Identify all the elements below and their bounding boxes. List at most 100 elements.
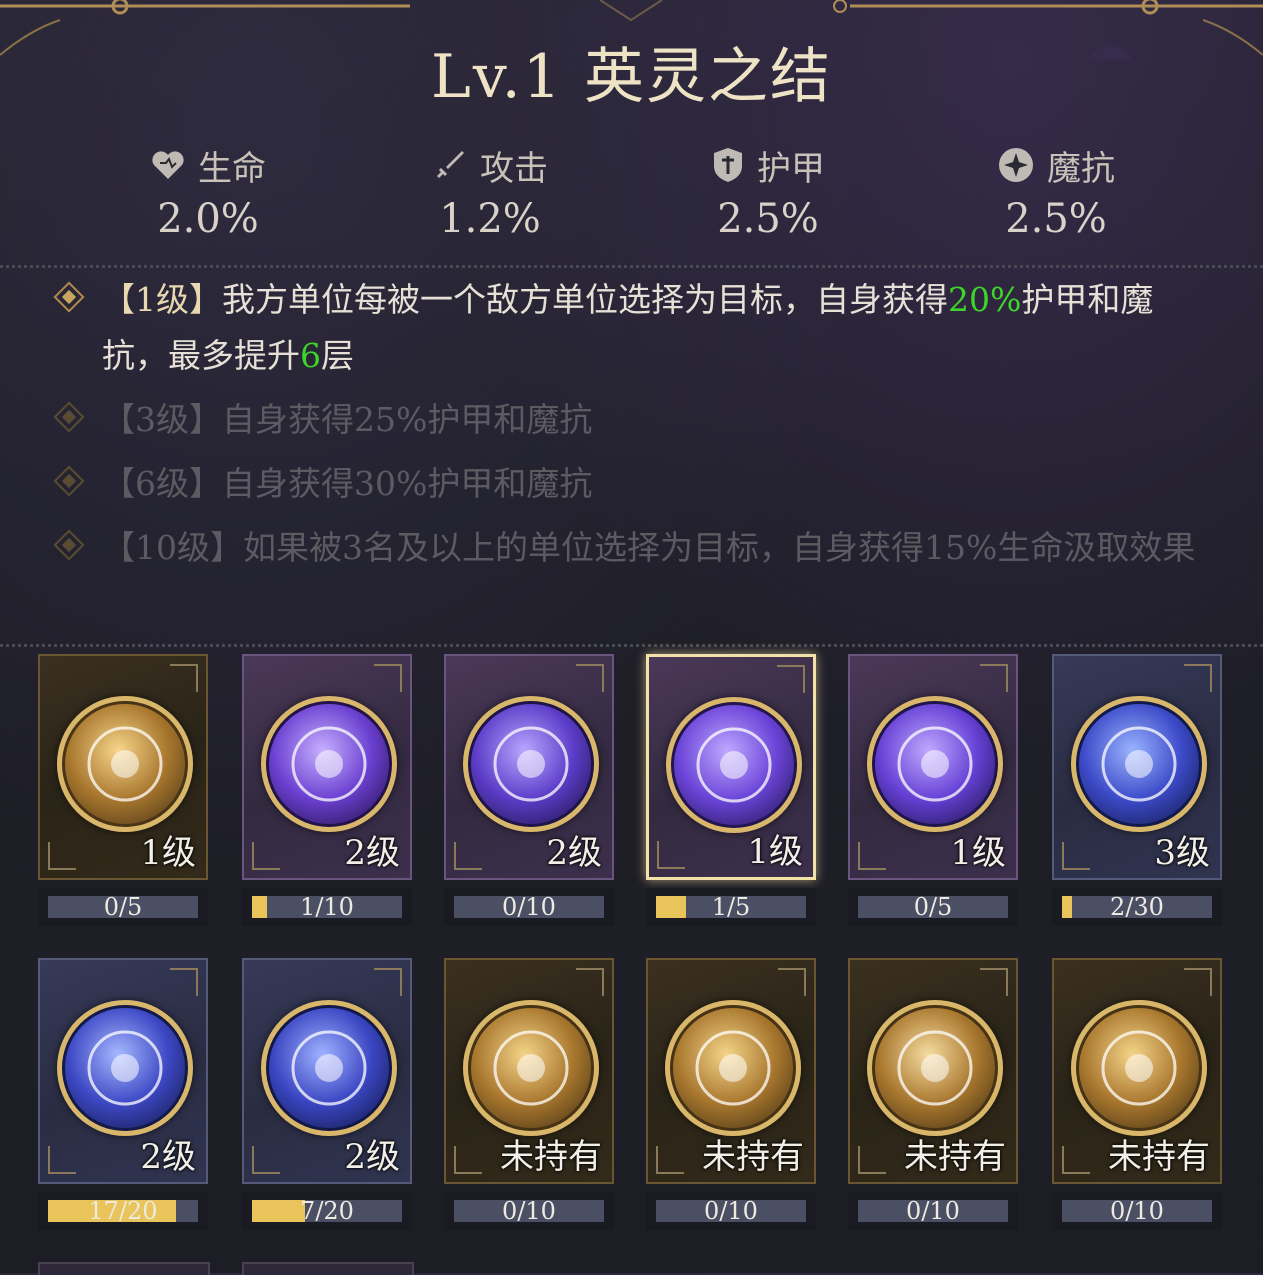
progress-track: 0/10 xyxy=(454,1197,604,1225)
corner-ornament xyxy=(858,842,886,870)
card-level: 3级 xyxy=(1154,833,1210,873)
card-face: 未持有 xyxy=(848,958,1018,1184)
progress-bar: 0/10 xyxy=(1052,1192,1222,1230)
card-face: 3级 xyxy=(1052,654,1222,880)
emblem-glyph xyxy=(87,1030,163,1106)
emblem-glyph xyxy=(695,1030,771,1106)
rune-card[interactable]: 未持有 0/10 xyxy=(1052,958,1222,1230)
rune-card[interactable]: 3级 2/30 xyxy=(1052,654,1222,926)
labyrinth-icon xyxy=(463,1000,599,1136)
corner-ornament xyxy=(252,842,280,870)
progress-track: 0/5 xyxy=(858,893,1008,921)
stat-armor: 护甲 2.5% xyxy=(638,140,898,242)
rune-card[interactable]: 1级 0/5 xyxy=(848,654,1018,926)
card-partial[interactable] xyxy=(242,1262,414,1275)
corner-ornament xyxy=(656,1146,684,1174)
rune-card[interactable]: 未持有 0/10 xyxy=(848,958,1018,1230)
emblem-glyph xyxy=(897,726,973,802)
corner-ornament xyxy=(374,664,402,692)
emblem-glyph xyxy=(1101,1030,1177,1106)
progress-text: 1/5 xyxy=(711,893,751,921)
stat-label: 护甲 xyxy=(757,148,825,189)
triquetra-icon xyxy=(57,1000,193,1136)
card-face: 2级 xyxy=(242,958,412,1184)
rune-card[interactable]: 2级 17/20 xyxy=(38,958,208,1230)
corner-ornament xyxy=(454,1146,482,1174)
card-face: 未持有 xyxy=(1052,958,1222,1184)
card-level: 2级 xyxy=(140,1137,196,1177)
progress-bar: 1/5 xyxy=(646,888,816,926)
divider xyxy=(0,265,1263,268)
progress-text: 0/10 xyxy=(704,1197,758,1225)
corner-ornament xyxy=(1184,968,1212,996)
stats-row: 生命 2.0% 攻击 1.2% 护甲 2.5% 魔抗 2.5% xyxy=(0,140,1263,250)
rune-card[interactable]: 2级 0/10 xyxy=(444,654,614,926)
shield-icon xyxy=(714,148,742,182)
stat-value: 2.5% xyxy=(1005,196,1107,242)
emblem-glyph xyxy=(696,727,772,803)
effect-level-label: 【6级】 xyxy=(102,464,222,503)
card-partial[interactable] xyxy=(38,1262,210,1275)
card-level: 1级 xyxy=(140,833,196,873)
corner-ornament xyxy=(657,841,685,869)
effect-level-10: 【10级】如果被3名及以上的单位选择为目标，自身获得15%生命汲取效果 xyxy=(0,520,1263,576)
stat-value: 1.2% xyxy=(439,196,541,242)
corner-ornament xyxy=(980,968,1008,996)
progress-text: 0/10 xyxy=(502,893,556,921)
diamond-bullet-icon xyxy=(53,465,85,497)
emblem-glyph xyxy=(897,1030,973,1106)
progress-text: 0/5 xyxy=(913,893,953,921)
effect-text: 如果被3名及以上的单位选择为目标，自身获得15%生命汲取效果 xyxy=(243,528,1196,567)
progress-text: 1/10 xyxy=(300,893,354,921)
effect-level-label: 【1级】 xyxy=(102,280,222,319)
valknut-icon xyxy=(666,697,802,833)
progress-bar: 2/30 xyxy=(1052,888,1222,926)
effect-text: 层 xyxy=(321,336,354,375)
effect-text: 自身获得30%护甲和魔抗 xyxy=(222,464,593,503)
diamond-bullet-icon xyxy=(53,401,85,433)
card-level: 未持有 xyxy=(904,1137,1006,1177)
card-face: 未持有 xyxy=(444,958,614,1184)
progress-text: 0/10 xyxy=(502,1197,556,1225)
corner-ornament xyxy=(858,1146,886,1174)
rune-card[interactable]: 未持有 0/10 xyxy=(444,958,614,1230)
effect-highlight: 6 xyxy=(300,336,321,375)
progress-track: 0/10 xyxy=(1062,1199,1212,1223)
rune-card[interactable]: 未持有 0/10 xyxy=(646,958,816,1230)
progress-track: 0/5 xyxy=(48,895,198,919)
progress-text: 0/10 xyxy=(906,1197,960,1225)
chinese-knot-icon xyxy=(261,1000,397,1136)
rune-card[interactable]: 2级 1/10 xyxy=(242,654,412,926)
progress-bar: 7/20 xyxy=(242,1192,412,1230)
card-face: 1级 xyxy=(38,654,208,880)
card-level: 未持有 xyxy=(1108,1137,1210,1177)
effect-highlight: 20% xyxy=(948,280,1022,319)
progress-track: 0/10 xyxy=(454,893,604,921)
rune-card[interactable]: 1级 0/5 xyxy=(38,654,208,926)
effect-level-6: 【6级】自身获得30%护甲和魔抗 xyxy=(0,456,1263,512)
rune-card[interactable]: 2级 7/20 xyxy=(242,958,412,1230)
progress-text: 2/30 xyxy=(1110,893,1164,921)
progress-track: 0/10 xyxy=(858,1197,1008,1225)
effects-list: 【1级】我方单位每被一个敌方单位选择为目标，自身获得20%护甲和魔抗，最多提升6… xyxy=(0,272,1263,576)
progress-bar: 0/10 xyxy=(444,888,614,926)
corner-ornament xyxy=(1062,842,1090,870)
card-level: 2级 xyxy=(344,1137,400,1177)
stat-value: 2.0% xyxy=(157,196,259,242)
emblem-glyph xyxy=(493,726,569,802)
corner-ornament xyxy=(576,664,604,692)
eye-of-horus-icon xyxy=(665,1000,801,1136)
card-level: 2级 xyxy=(546,833,602,873)
card-level: 1级 xyxy=(747,832,803,872)
triangle-circle-icon xyxy=(1071,1000,1207,1136)
stat-label: 魔抗 xyxy=(1047,148,1115,189)
effect-level-label: 【3级】 xyxy=(102,400,222,439)
progress-bar: 17/20 xyxy=(38,1192,208,1230)
corner-ornament xyxy=(454,842,482,870)
rune-card[interactable]: 1级 1/5 xyxy=(646,654,816,926)
card-level: 2级 xyxy=(344,833,400,873)
effect-text: 我方单位每被一个敌方单位选择为目标，自身获得 xyxy=(222,280,948,319)
progress-bar: 0/10 xyxy=(848,1192,1018,1230)
caduceus-icon xyxy=(463,696,599,832)
corner-ornament xyxy=(48,1146,76,1174)
